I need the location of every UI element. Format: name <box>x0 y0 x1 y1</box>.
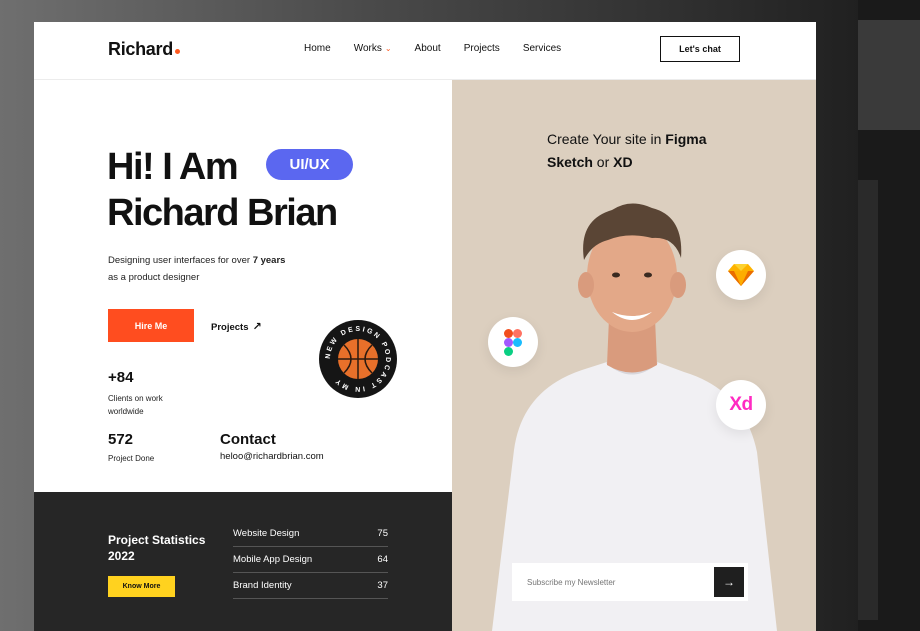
nav-projects[interactable]: Projects <box>464 43 500 54</box>
tagline-years: 7 years <box>252 255 286 266</box>
contact-title: Contact <box>220 431 276 448</box>
promo-text: Create Your site in <box>547 131 666 147</box>
hire-me-button[interactable]: Hire Me <box>108 309 194 342</box>
promo-xd: XD <box>613 154 633 170</box>
clients-count: +84 <box>108 369 134 386</box>
hero-heading-line2: Richard Brian <box>107 192 338 234</box>
projects-link[interactable]: Projects ↗ <box>211 320 262 333</box>
hero-image-panel: Create Your site in Figma Sketch or XD Xd <box>452 80 816 631</box>
promo-or: or <box>592 154 614 170</box>
role-badge: UI/UX <box>266 149 353 180</box>
tagline-text: Designing user interfaces for over <box>108 255 253 266</box>
sketch-icon <box>716 250 766 300</box>
stat-row-label: Website Design <box>233 527 300 539</box>
figma-icon-graphic <box>504 328 522 356</box>
promo-figma: Figma <box>665 131 707 147</box>
background-panel <box>858 20 920 130</box>
chevron-down-icon: ⌄ <box>384 44 392 53</box>
clients-label: Clients on work worldwide <box>108 394 163 416</box>
adobe-xd-icon: Xd <box>716 380 766 430</box>
logo-dot <box>174 49 180 54</box>
hero-heading-line1: Hi! I Am <box>107 146 239 188</box>
nav-works[interactable]: Works ⌄ <box>354 43 392 54</box>
nav-about-label: About <box>414 43 441 54</box>
background-panel <box>858 180 878 620</box>
stat-row-value: 37 <box>377 579 388 591</box>
projects-count: 572 <box>108 431 134 448</box>
projects-done-label: Project Done <box>108 454 155 463</box>
nav-home[interactable]: Home <box>304 43 331 54</box>
arrow-up-right-icon: ↗ <box>252 321 262 333</box>
logo-text: Richard <box>108 39 173 59</box>
nav-works-label: Works <box>353 43 382 54</box>
lets-chat-button[interactable]: Let's chat <box>660 36 740 62</box>
podcast-badge[interactable]: NEW DESIGN PODCAST IN MY <box>319 320 397 398</box>
figma-icon <box>488 317 538 367</box>
stat-row-label: Brand Identity <box>233 579 292 591</box>
stat-row: Mobile App Design 64 <box>233 546 388 573</box>
stat-row-label: Mobile App Design <box>233 553 313 565</box>
nav-services[interactable]: Services <box>523 43 561 54</box>
stat-row-value: 64 <box>377 553 388 565</box>
podcast-badge-graphic: NEW DESIGN PODCAST IN MY <box>325 326 389 392</box>
top-navbar: Richard Home Works ⌄ About Projects Servi… <box>34 22 816 80</box>
nav-about[interactable]: About <box>415 43 441 54</box>
stat-row: Website Design 75 <box>233 520 388 547</box>
stat-row-value: 75 <box>377 527 388 539</box>
nav-home-label: Home <box>304 43 331 54</box>
tagline-text-2: as a product designer <box>108 272 200 283</box>
adobe-xd-label: Xd <box>729 394 753 415</box>
logo[interactable]: Richard <box>108 39 180 60</box>
newsletter-form: → <box>512 563 748 601</box>
nav-links: Home Works ⌄ About Projects Services <box>304 43 584 54</box>
nav-projects-label: Projects <box>463 43 500 54</box>
newsletter-submit-button[interactable]: → <box>714 567 744 597</box>
arrow-right-icon: → <box>723 575 735 589</box>
know-more-button[interactable]: Know More <box>108 576 175 597</box>
hero-section: Hi! I Am UI/UX Richard Brian Designing u… <box>34 80 452 492</box>
newsletter-email-input[interactable] <box>525 576 719 588</box>
contact-email[interactable]: heloo@richardbrian.com <box>220 451 324 462</box>
promo-sketch: Sketch <box>547 154 593 170</box>
design-tools-promo: Create Your site in Figma Sketch or XD <box>547 128 747 174</box>
sketch-icon-graphic <box>728 264 754 286</box>
project-statistics-section: Project Statistics 2022 Know More Websit… <box>34 492 452 631</box>
project-statistics-title: Project Statistics 2022 <box>108 533 206 563</box>
hero-tagline: Designing user interfaces for over 7 yea… <box>108 252 328 286</box>
portfolio-page: Richard Home Works ⌄ About Projects Servi… <box>34 22 816 631</box>
nav-services-label: Services <box>522 43 562 54</box>
stat-row: Brand Identity 37 <box>233 572 388 599</box>
projects-link-label: Projects <box>211 322 249 333</box>
